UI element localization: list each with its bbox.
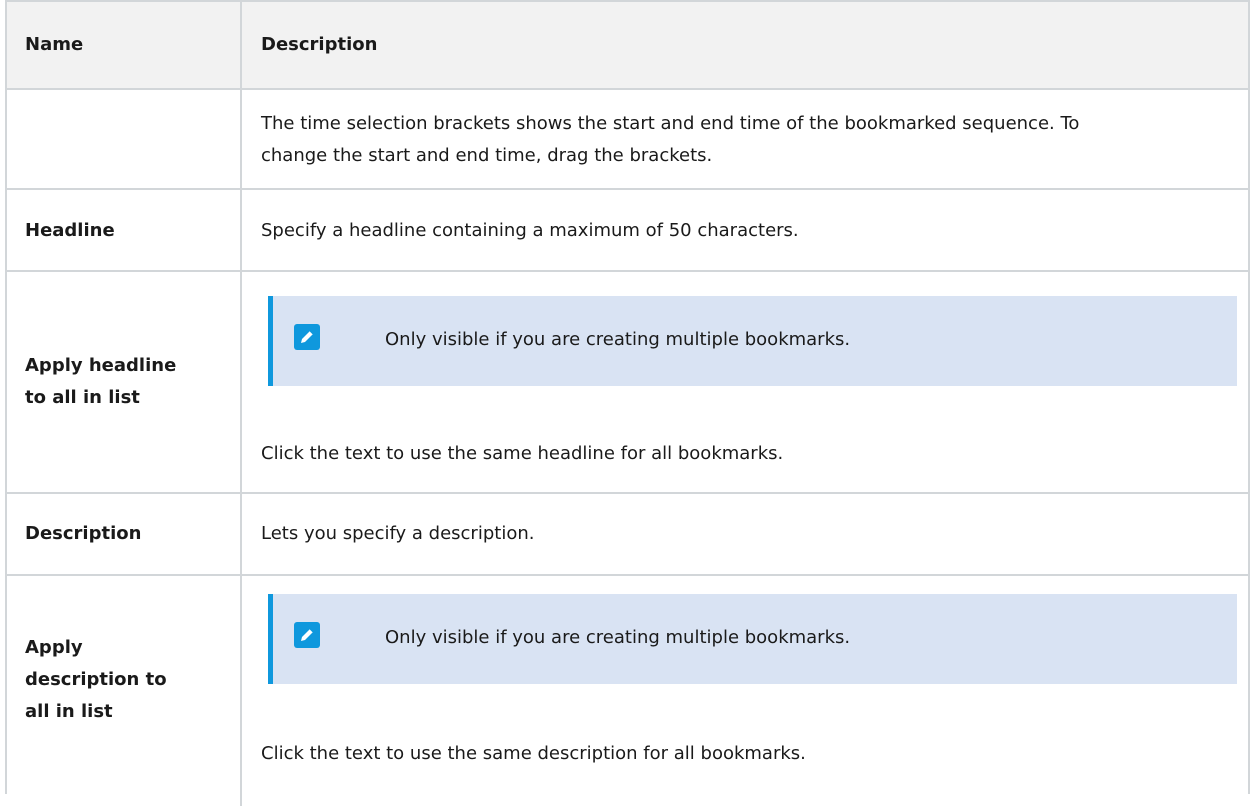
- row-name: Apply description to all in list: [25, 637, 167, 722]
- table-row: Headline Specify a headline containing a…: [5, 190, 1250, 272]
- bookmark-fields-table: Name Description The time selection brac…: [5, 0, 1250, 806]
- row-description: Lets you specify a description.: [261, 523, 535, 544]
- row-name: Apply headline to all in list: [25, 355, 177, 408]
- header-description: Description: [261, 34, 378, 55]
- table-row: Apply description to all in list Only vi…: [5, 576, 1250, 806]
- pencil-icon: [294, 324, 320, 350]
- note-box: Only visible if you are creating multipl…: [268, 594, 1237, 684]
- table-border-right: [1248, 0, 1250, 794]
- table-row: Description Lets you specify a descripti…: [5, 494, 1250, 576]
- note-text: Only visible if you are creating multipl…: [385, 627, 851, 648]
- table-border-left: [5, 0, 7, 794]
- pencil-icon: [294, 622, 320, 648]
- header-name: Name: [25, 34, 84, 55]
- table-row: Apply headline to all in list Only visib…: [5, 272, 1250, 494]
- table-header: Name Description: [5, 0, 1250, 90]
- row-name: Description: [25, 523, 142, 544]
- row-name: Headline: [25, 220, 115, 241]
- row-description: Click the text to use the same descripti…: [261, 743, 806, 764]
- row-description: Specify a headline containing a maximum …: [261, 220, 799, 241]
- note-text: Only visible if you are creating multipl…: [385, 329, 851, 350]
- row-description: Click the text to use the same headline …: [261, 443, 784, 464]
- table-row: The time selection brackets shows the st…: [5, 90, 1250, 190]
- row-description: The time selection brackets shows the st…: [261, 113, 1080, 166]
- table-border-top: [5, 0, 1250, 2]
- note-box: Only visible if you are creating multipl…: [268, 296, 1237, 386]
